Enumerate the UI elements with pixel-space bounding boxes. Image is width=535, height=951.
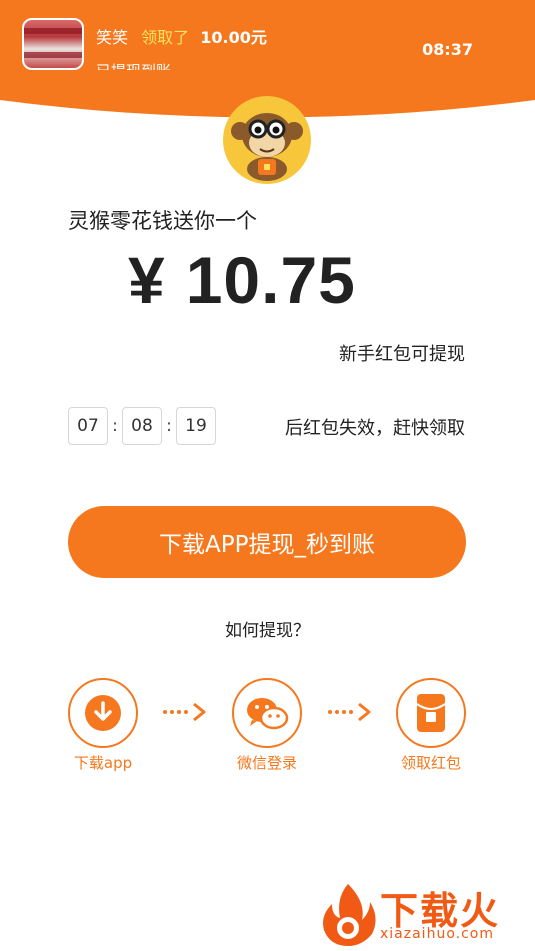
- step-claim-red-packet[interactable]: [396, 678, 466, 748]
- currency-symbol: ¥: [128, 243, 166, 317]
- amount-value: 10.75: [185, 243, 356, 317]
- countdown-hours: 07: [68, 407, 108, 445]
- step-label-download: 下载app: [73, 754, 133, 772]
- red-packet-amount: ¥10.75: [128, 242, 356, 318]
- claimed-text: 领取了: [141, 28, 190, 47]
- countdown-message: 后红包失效，赶快领取: [285, 418, 465, 439]
- notice-second-line: 已提现到账: [96, 58, 171, 70]
- withdraw-note: 新手红包可提现: [339, 344, 465, 365]
- step-label-red-packet: 领取红包: [400, 754, 461, 772]
- countdown-timer: 07 : 08 : 19: [68, 406, 216, 446]
- countdown-separator: :: [166, 416, 172, 436]
- countdown-seconds: 19: [176, 407, 216, 445]
- claim-notice: 笑笑 领取了 10.00元: [96, 24, 267, 48]
- red-packet-icon: [416, 694, 446, 732]
- wechat-icon: [247, 698, 289, 730]
- notice-time: 08:37: [422, 40, 473, 59]
- countdown-separator: :: [112, 416, 118, 436]
- claimed-amount: 10.00元: [200, 28, 267, 47]
- step-label-wechat: 微信登录: [236, 754, 297, 772]
- monkey-logo-icon: [223, 96, 311, 184]
- arrow-right-icon: [163, 702, 206, 722]
- step-download[interactable]: [68, 678, 138, 748]
- howto-link[interactable]: 如何提现？: [0, 616, 535, 641]
- watermark-url: xiazaihuo.com: [380, 926, 494, 942]
- step-wechat-login[interactable]: [232, 678, 302, 748]
- download-icon: [85, 695, 121, 731]
- download-withdraw-button[interactable]: 下载APP提现_秒到账: [68, 506, 466, 578]
- arrow-right-icon: [328, 702, 371, 722]
- countdown-minutes: 08: [122, 407, 162, 445]
- avatar: [22, 18, 84, 70]
- user-name: 笑笑: [96, 28, 129, 47]
- gift-subtitle: 灵猴零花钱送你一个: [68, 209, 257, 233]
